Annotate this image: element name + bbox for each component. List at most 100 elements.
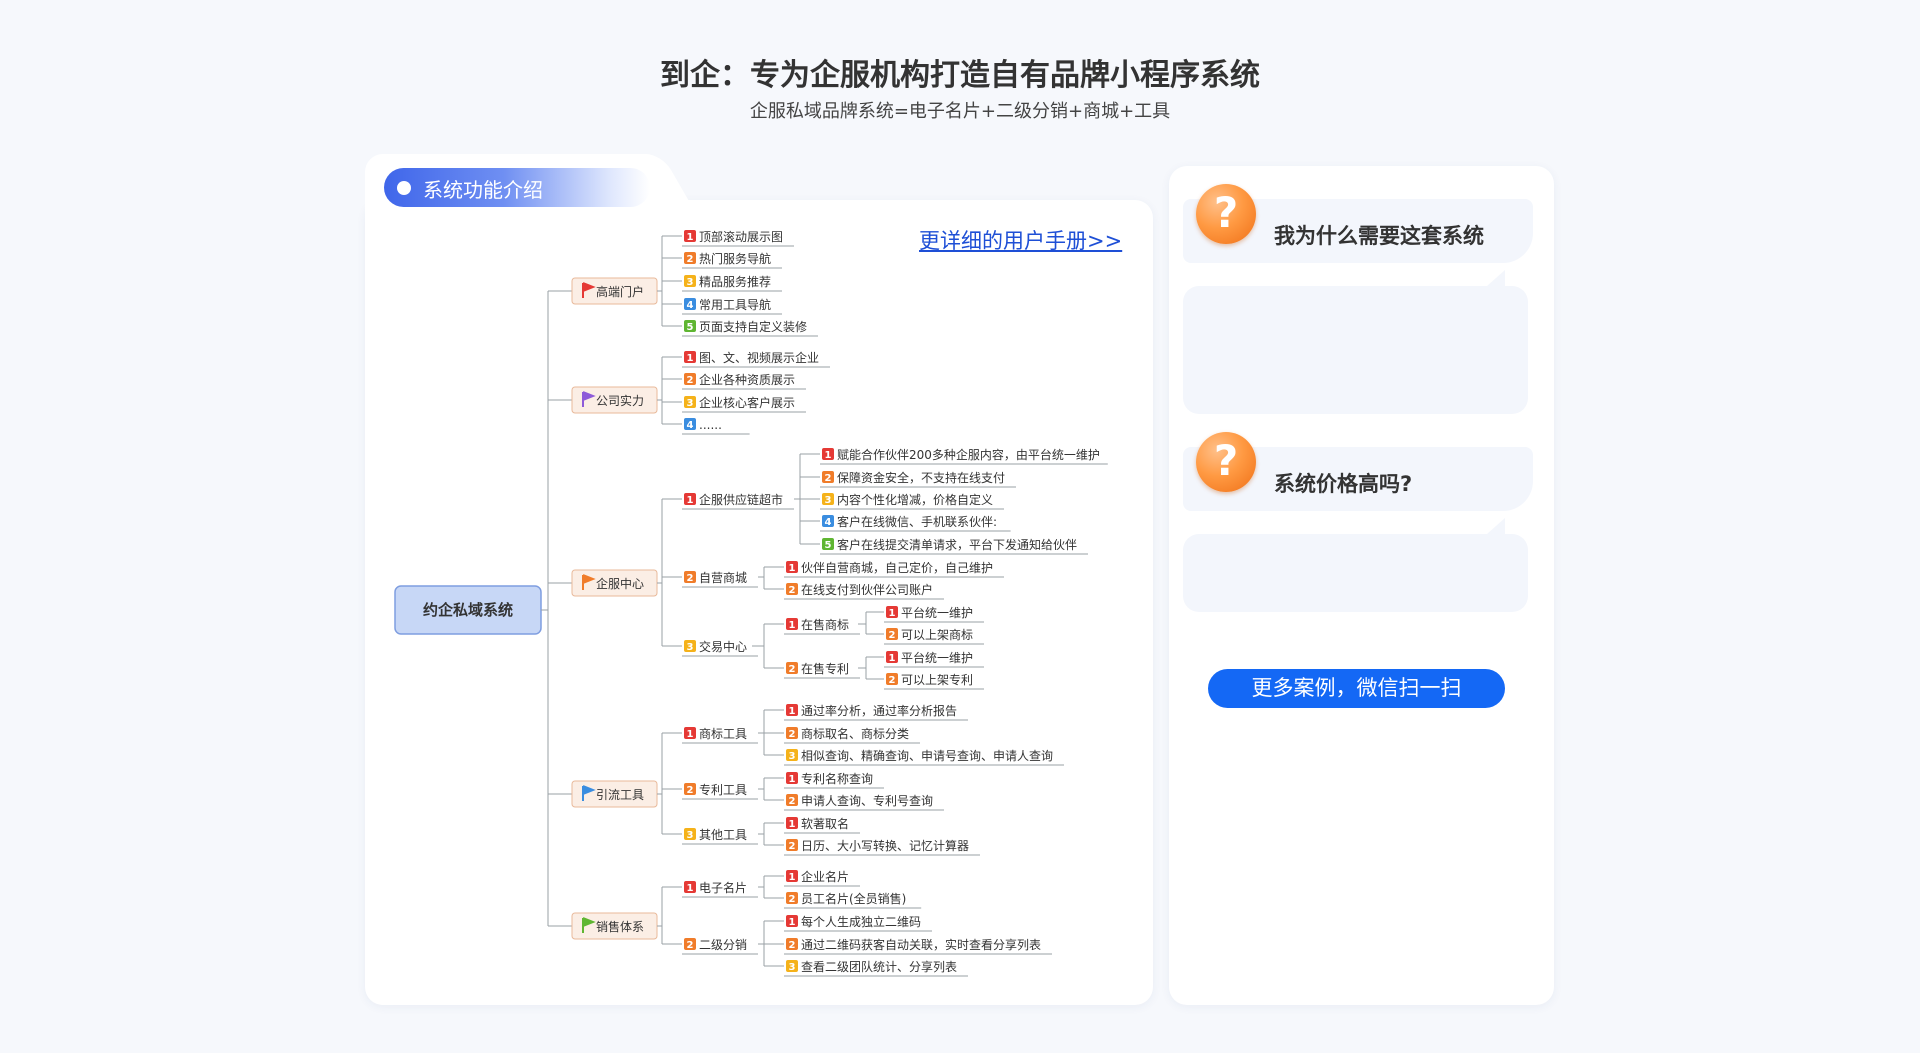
number-badge-digit: 2 xyxy=(687,573,694,584)
number-badge-digit: 2 xyxy=(687,375,694,386)
faq-answer-1 xyxy=(1183,286,1528,414)
number-badge-digit: 4 xyxy=(687,300,694,311)
bubble-tail xyxy=(1487,518,1505,534)
mindmap-leaf-text: 企服供应链超市 xyxy=(699,492,783,507)
mindmap-leaf-text: 电子名片 xyxy=(699,880,747,895)
mindmap-leaf-text: 在线支付到伙伴公司账户 xyxy=(801,582,933,597)
mindmap-leaf-text: 保障资金安全，不支持在线支付 xyxy=(837,470,1005,485)
mindmap-leaf-text: 商标工具 xyxy=(699,726,747,741)
number-badge-digit: 2 xyxy=(825,473,832,484)
number-badge-digit: 3 xyxy=(789,751,796,762)
mindmap-leaf-text: 平台统一维护 xyxy=(901,650,973,665)
mindmap-leaf-text: 查看二级团队统计、分享列表 xyxy=(801,959,957,974)
mindmap-leaf-text: 自营商城 xyxy=(699,570,747,585)
mindmap-leaf-text: 交易中心 xyxy=(699,639,747,654)
mindmap-leaf-text: 日历、大小写转换、记忆计算器 xyxy=(801,838,969,853)
mindmap-leaf-text: 客户在线提交清单请求，平台下发通知给伙伴 xyxy=(837,537,1077,552)
mindmap-leaf-text: ...... xyxy=(699,418,722,432)
mindmap-root-text: 约企私域系统 xyxy=(423,601,513,619)
mindmap-leaf-text: 热门服务导航 xyxy=(699,251,771,266)
number-badge-digit: 1 xyxy=(789,706,796,717)
mindmap-leaf-text: 企业核心客户展示 xyxy=(699,395,795,410)
number-badge-digit: 1 xyxy=(789,872,796,883)
feature-mindmap: 约企私域系统 高端门户公司实力企服中心引流工具销售体系 1 顶部滚动展示图 2 热门服务导… xyxy=(394,229,1108,977)
number-badge-digit: 5 xyxy=(687,322,694,333)
mindmap-leaf-text: 专利名称查询 xyxy=(801,771,873,786)
number-badge-digit: 2 xyxy=(687,785,694,796)
mindmap-leaf-text: 可以上架商标 xyxy=(901,627,973,642)
number-badge-digit: 1 xyxy=(687,495,694,506)
number-badge-digit: 1 xyxy=(687,729,694,740)
mindmap-leaf-text: 企业各种资质展示 xyxy=(699,372,795,387)
mindmap-leaf-text: 客户在线微信、手机联系伙伴: xyxy=(837,514,997,529)
mindmap-leaf-text: 顶部滚动展示图 xyxy=(699,229,783,244)
mindmap-leaf-text: 相似查询、精确查询、申请号查询、申请人查询 xyxy=(801,749,1053,763)
mindmap-branch-text: 销售体系 xyxy=(596,919,644,934)
mindmap-leaf-text: 伙伴自营商城，自己定价，自己维护 xyxy=(801,560,993,575)
number-badge-digit: 1 xyxy=(889,653,896,664)
number-badge-digit: 2 xyxy=(789,940,796,951)
number-badge-digit: 1 xyxy=(789,620,796,631)
mindmap-leaf-text: 通过二维码获客自动关联，实时查看分享列表 xyxy=(801,937,1041,952)
mindmap-leaf-text: 其他工具 xyxy=(699,828,747,842)
mindmap-leaf-text: 商标取名、商标分类 xyxy=(801,726,909,741)
number-badge-digit: 1 xyxy=(889,608,896,619)
number-badge-digit: 3 xyxy=(687,398,694,409)
question-mark-icon: ? xyxy=(1196,184,1256,244)
mindmap-leaf-text: 在售专利 xyxy=(801,661,849,676)
number-badge-digit: 3 xyxy=(687,830,694,841)
question-mark-icon: ? xyxy=(1196,432,1256,492)
number-badge-digit: 2 xyxy=(789,894,796,905)
number-badge-digit: 1 xyxy=(687,353,694,364)
number-badge-digit: 1 xyxy=(825,450,832,461)
mindmap-leaf-text: 每个人生成独立二维码 xyxy=(801,914,921,929)
faq-answer-2 xyxy=(1183,534,1528,612)
number-badge-digit: 3 xyxy=(687,642,694,653)
number-badge-digit: 2 xyxy=(789,841,796,852)
mindmap-leaf-text: 页面支持自定义装修 xyxy=(699,319,807,334)
mindmap-leaf-text: 软著取名 xyxy=(801,816,849,831)
number-badge-digit: 1 xyxy=(789,819,796,830)
number-badge-digit: 1 xyxy=(789,563,796,574)
mindmap-leaf-text: 平台统一维护 xyxy=(901,605,973,620)
mindmap-leaf-text: 常用工具导航 xyxy=(699,297,771,312)
bubble-tail xyxy=(1487,270,1505,286)
number-badge-digit: 5 xyxy=(825,540,832,551)
mindmap-branch-text: 引流工具 xyxy=(596,788,644,802)
mindmap-leaf-text: 申请人查询、专利号查询 xyxy=(801,793,933,808)
mindmap-branch-text: 高端门户 xyxy=(596,284,644,299)
number-badge-digit: 2 xyxy=(789,585,796,596)
mindmap-leaf-text: 二级分销 xyxy=(699,938,747,952)
number-badge-digit: 2 xyxy=(687,254,694,265)
mindmap-leaf-text: 内容个性化增减，价格自定义 xyxy=(837,492,993,507)
mindmap-leaf-text: 专利工具 xyxy=(699,782,747,797)
faq-question-2-text: 系统价格高吗? xyxy=(1274,472,1413,496)
mindmap-leaf-text: 通过率分析，通过率分析报告 xyxy=(801,703,957,718)
number-badge-digit: 1 xyxy=(789,774,796,785)
mindmap-leaf-text: 在售商标 xyxy=(801,617,849,632)
number-badge-digit: 2 xyxy=(889,630,896,641)
number-badge-digit: 3 xyxy=(789,962,796,973)
number-badge-digit: 1 xyxy=(687,232,694,243)
number-badge-digit: 2 xyxy=(889,675,896,686)
mindmap-leaf-text: 图、文、视频展示企业 xyxy=(699,350,819,365)
number-badge-digit: 3 xyxy=(687,277,694,288)
number-badge-digit: 2 xyxy=(789,664,796,675)
number-badge-digit: 2 xyxy=(789,796,796,807)
mindmap-leaf-text: 企业名片 xyxy=(801,869,849,884)
number-badge-digit: 4 xyxy=(825,517,832,528)
faq-question-1-text: 我为什么需要这套系统 xyxy=(1274,224,1484,248)
mindmap-leaf-text: 可以上架专利 xyxy=(901,672,973,687)
mindmap-branch-text: 企服中心 xyxy=(596,576,644,591)
number-badge-digit: 4 xyxy=(687,420,694,431)
number-badge-digit: 3 xyxy=(825,495,832,506)
number-badge-digit: 1 xyxy=(687,883,694,894)
mindmap-leaf-text: 赋能合作伙伴200多种企服内容，由平台统一维护 xyxy=(837,447,1100,462)
mindmap-leaf-text: 员工名片(全员销售) xyxy=(801,891,906,906)
mindmap-branch-text: 公司实力 xyxy=(596,393,644,408)
more-cases-button[interactable]: 更多案例，微信扫一扫 xyxy=(1208,669,1505,708)
number-badge-digit: 1 xyxy=(789,917,796,928)
number-badge-digit: 2 xyxy=(789,729,796,740)
number-badge-digit: 2 xyxy=(687,940,694,951)
mindmap-leaf-text: 精品服务推荐 xyxy=(699,274,771,289)
